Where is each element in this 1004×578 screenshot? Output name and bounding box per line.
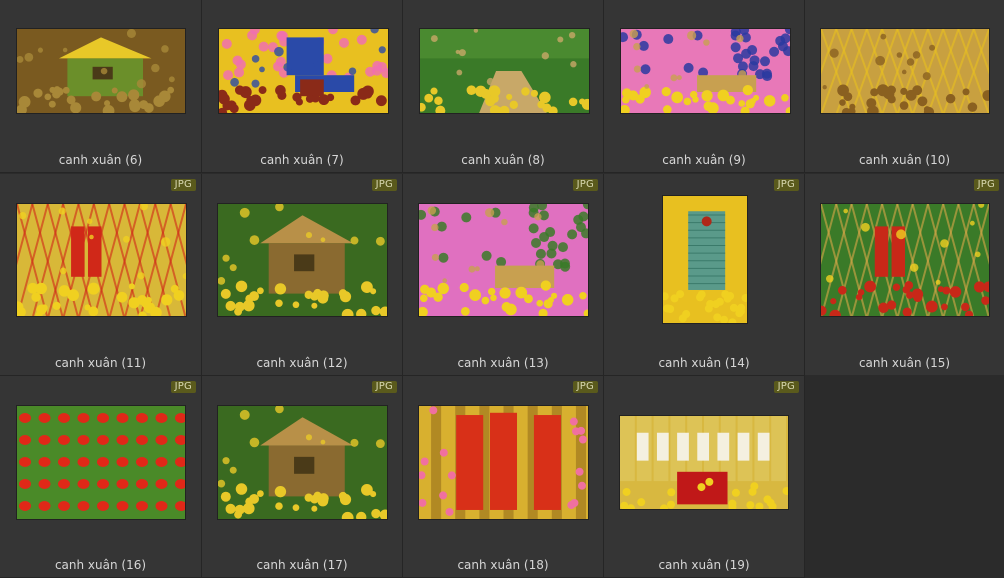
- thumbnail-caption: canh xuân (14): [658, 356, 750, 370]
- image-thumbnail[interactable]: [17, 204, 186, 316]
- thumbnail-caption: canh xuân (19): [658, 558, 750, 572]
- thumbnail-image: [620, 416, 788, 509]
- image-thumbnail[interactable]: [419, 204, 588, 316]
- thumbnail-image: [821, 204, 989, 316]
- file-type-badge: JPG: [572, 179, 598, 191]
- image-thumbnail[interactable]: [420, 29, 589, 113]
- thumbnail-image: [17, 406, 185, 519]
- thumbnail-item[interactable]: JPG canh xuân (17): [202, 376, 403, 578]
- thumbnail-item[interactable]: canh xuân (9): [604, 0, 805, 173]
- thumbnail-item[interactable]: JPG canh xuân (13): [403, 174, 604, 376]
- image-thumbnail[interactable]: [621, 29, 790, 113]
- image-thumbnail[interactable]: [821, 29, 989, 113]
- image-thumbnail[interactable]: [219, 29, 388, 113]
- thumbnail-caption: canh xuân (11): [54, 356, 147, 370]
- red-scroll: [87, 226, 102, 277]
- thumbnail-caption: canh xuân (18): [457, 558, 549, 572]
- thumbnail-item[interactable]: JPG canh xuân (15): [805, 174, 1004, 376]
- file-type-badge: JPG: [371, 179, 397, 191]
- thumbnail-image: [17, 204, 186, 316]
- thumbnail-image: [419, 406, 588, 519]
- file-type-badge: JPG: [371, 381, 397, 393]
- thumbnail-caption: canh xuân (10): [858, 153, 951, 167]
- red-scroll: [489, 412, 518, 510]
- thumbnail-item[interactable]: JPG canh xuân (19): [604, 376, 805, 578]
- thumbnail-item[interactable]: canh xuân (6): [0, 0, 202, 173]
- thumbnail-image: [419, 204, 588, 316]
- thumbnail-item[interactable]: JPG canh xuân (14): [604, 174, 805, 376]
- image-thumbnail[interactable]: [218, 204, 387, 316]
- empty-grid-area: [805, 375, 1004, 577]
- red-scroll: [456, 415, 484, 510]
- thumbnail-item[interactable]: canh xuân (7): [202, 0, 403, 173]
- image-thumbnail[interactable]: [17, 406, 185, 519]
- thumbnail-item[interactable]: JPG canh xuân (16): [0, 376, 202, 578]
- file-type-badge: JPG: [773, 179, 799, 191]
- image-thumbnail[interactable]: [821, 204, 989, 316]
- thumbnail-caption: canh xuân (12): [256, 356, 348, 370]
- thumbnail-item[interactable]: JPG canh xuân (11): [0, 174, 202, 376]
- thumbnail-caption: canh xuân (15): [858, 356, 951, 370]
- thumbnail-item[interactable]: canh xuân (10): [805, 0, 1004, 173]
- thumbnail-item[interactable]: JPG canh xuân (18): [403, 376, 604, 578]
- image-thumbnail[interactable]: [663, 196, 747, 323]
- blue-window: [286, 37, 324, 76]
- file-type-badge: JPG: [572, 381, 598, 393]
- thumbnail-caption: canh xuân (8): [461, 153, 545, 167]
- thumbnail-image: [219, 29, 388, 113]
- thumbnail-image: [663, 196, 747, 323]
- thumbnail-caption: canh xuân (16): [54, 558, 147, 572]
- file-type-badge: JPG: [973, 179, 999, 191]
- image-thumbnail[interactable]: [620, 416, 788, 509]
- red-scroll: [71, 226, 85, 277]
- thumbnail-image: [17, 29, 185, 113]
- thumbnail-caption: canh xuân (9): [662, 153, 746, 167]
- file-type-badge: JPG: [170, 179, 196, 191]
- thumbnail-caption: canh xuân (7): [260, 153, 344, 167]
- thumbnail-caption: canh xuân (17): [256, 558, 348, 572]
- image-thumbnail[interactable]: [218, 406, 387, 519]
- thumbnail-image: [218, 204, 387, 316]
- thumbnail-item[interactable]: JPG canh xuân (12): [202, 174, 403, 376]
- thumbnail-item[interactable]: canh xuân (8): [403, 0, 604, 173]
- image-thumbnail[interactable]: [419, 406, 588, 519]
- thumbnail-image: [420, 29, 589, 113]
- red-scroll: [533, 415, 561, 510]
- file-type-badge: JPG: [773, 381, 799, 393]
- thumbnail-caption: canh xuân (6): [58, 153, 143, 167]
- file-type-badge: JPG: [170, 381, 196, 393]
- thumbnail-image: [621, 29, 790, 113]
- thumbnail-caption: canh xuân (13): [457, 356, 549, 370]
- thumbnail-image: [821, 29, 989, 113]
- red-scroll: [874, 226, 889, 277]
- image-thumbnail[interactable]: [17, 29, 185, 113]
- thumbnail-image: [218, 406, 387, 519]
